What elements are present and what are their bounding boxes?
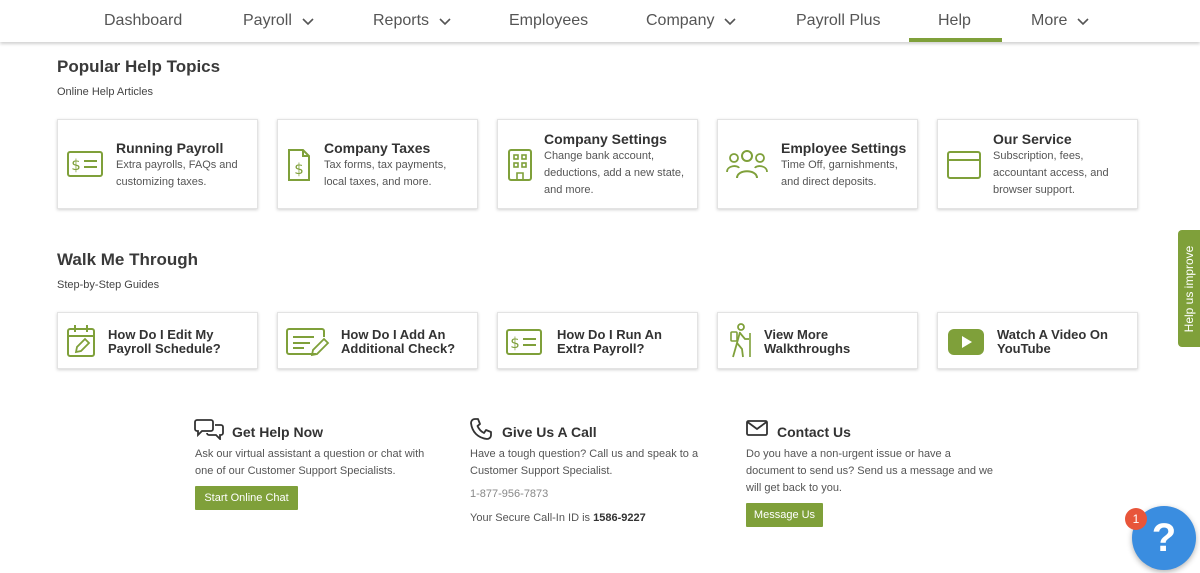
nav-help[interactable]: Help: [938, 0, 971, 42]
dollar-bill-icon: $: [67, 151, 103, 177]
walk-card-youtube[interactable]: Watch A Video On YouTube: [937, 312, 1138, 369]
nav-employees[interactable]: Employees: [509, 0, 588, 42]
card-description: Time Off, garnishments, and direct depos…: [781, 159, 898, 188]
building-icon: [508, 149, 532, 181]
card-title: How Do I Add An Additional Check?: [341, 327, 456, 356]
card-description: Change bank account, deductions, add a n…: [544, 150, 685, 196]
call-in-id-value: 1586-9227: [593, 512, 646, 524]
start-online-chat-button[interactable]: Start Online Chat: [195, 486, 298, 510]
call-text: Have a tough question? Call us and speak…: [470, 448, 699, 477]
nav-payroll-plus[interactable]: Payroll Plus: [796, 0, 880, 42]
chevron-down-icon: [302, 18, 314, 26]
chevron-down-icon: [724, 18, 737, 26]
chat-bubbles-icon: [194, 419, 224, 440]
card-title: View More Walkthroughs: [764, 327, 851, 356]
people-icon: [726, 150, 768, 179]
hiker-icon: [730, 323, 751, 358]
nav-dashboard[interactable]: Dashboard: [104, 0, 182, 42]
browser-window-icon: [947, 151, 981, 179]
card-title: How Do I Run An Extra Payroll?: [557, 327, 662, 356]
youtube-play-icon: [948, 329, 984, 355]
walk-card-edit-schedule[interactable]: How Do I Edit My Payroll Schedule?: [57, 312, 258, 369]
get-help-text: Ask our virtual assistant a question or …: [195, 448, 425, 477]
top-navigation: Dashboard Payroll Reports Employees Comp…: [0, 0, 1200, 42]
topic-card-running-payroll[interactable]: $ Running Payroll Extra payrolls, FAQs a…: [57, 119, 258, 209]
card-description: Tax forms, tax payments, local taxes, an…: [324, 159, 447, 188]
contact-us-title: Contact Us: [777, 424, 851, 440]
get-help-now-title: Get Help Now: [232, 424, 324, 440]
nav-more[interactable]: More: [1031, 0, 1090, 42]
card-title: Company Taxes: [324, 140, 431, 156]
nav-payroll[interactable]: Payroll: [243, 0, 315, 42]
nav-reports[interactable]: Reports: [373, 0, 452, 42]
svg-text:$: $: [510, 334, 520, 352]
card-title: Watch A Video On YouTube: [997, 327, 1108, 356]
walk-card-more-walkthroughs[interactable]: View More Walkthroughs: [717, 312, 918, 369]
card-title: Running Payroll: [116, 140, 224, 156]
topic-card-our-service[interactable]: Our Service Subscription, fees, accounta…: [937, 119, 1138, 209]
popular-topics-subtitle: Online Help Articles: [57, 86, 153, 98]
envelope-icon: [746, 420, 768, 436]
card-title: Employee Settings: [781, 140, 907, 156]
chevron-down-icon: [1077, 18, 1090, 26]
card-title: How Do I Edit My Payroll Schedule?: [108, 327, 221, 356]
chevron-down-icon: [439, 18, 451, 26]
calendar-edit-icon: [67, 325, 95, 357]
dollar-bill-icon: $: [506, 329, 542, 355]
phone-icon: [470, 418, 492, 440]
popular-topics-title: Popular Help Topics: [57, 57, 221, 76]
svg-text:$: $: [71, 156, 81, 174]
card-title: Company Settings: [544, 131, 667, 147]
topic-card-company-settings[interactable]: Company Settings Change bank account, de…: [497, 119, 698, 209]
walkthrough-subtitle: Step-by-Step Guides: [57, 279, 160, 291]
walk-card-extra-payroll[interactable]: $ How Do I Run An Extra Payroll?: [497, 312, 698, 369]
check-edit-icon: [286, 328, 330, 357]
svg-text:$: $: [294, 160, 304, 178]
call-in-id: Your Secure Call-In ID is 1586-9227: [470, 512, 646, 524]
topic-card-employee-settings[interactable]: Employee Settings Time Off, garnishments…: [717, 119, 918, 209]
walk-card-additional-check[interactable]: How Do I Add An Additional Check?: [277, 312, 478, 369]
give-us-a-call-title: Give Us A Call: [502, 424, 597, 440]
contact-text: Do you have a non-urgent issue or have a…: [746, 448, 994, 494]
walkthrough-title: Walk Me Through: [57, 250, 199, 269]
help-us-improve-tab[interactable]: Help us improve: [1178, 230, 1200, 347]
card-description: Extra payrolls, FAQs and customizing tax…: [116, 159, 238, 188]
nav-company[interactable]: Company: [646, 0, 737, 42]
active-tab-indicator: [909, 38, 1002, 42]
topic-card-company-taxes[interactable]: $ Company Taxes Tax forms, tax payments,…: [277, 119, 478, 209]
phone-number-link[interactable]: 1-877-956-7873: [470, 488, 548, 500]
tax-document-icon: $: [288, 149, 310, 181]
message-us-button[interactable]: Message Us: [746, 503, 823, 527]
notification-badge: 1: [1125, 508, 1147, 530]
card-title: Our Service: [993, 131, 1072, 147]
card-description: Subscription, fees, accountant access, a…: [993, 150, 1109, 196]
